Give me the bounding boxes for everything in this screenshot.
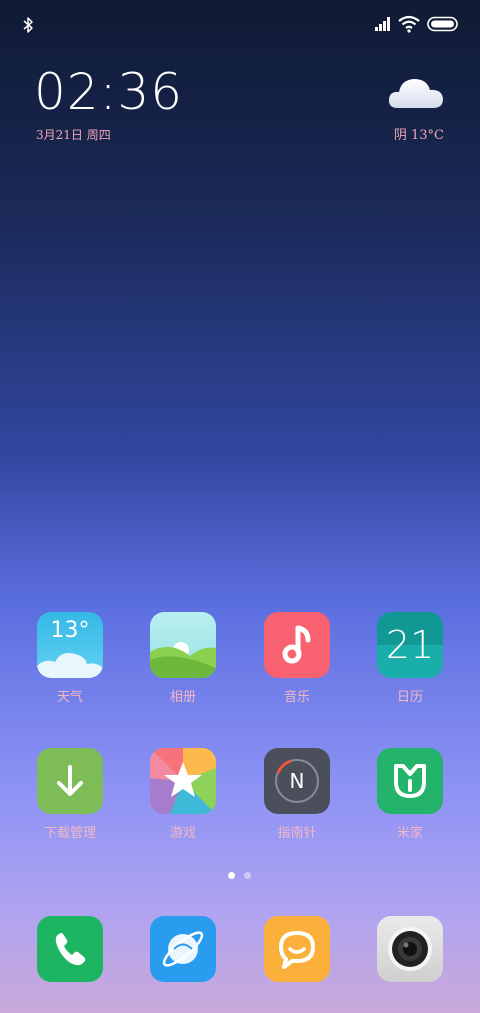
cloud-icon[interactable] <box>386 70 446 112</box>
app-label: 指南针 <box>277 826 317 841</box>
phone-icon[interactable] <box>37 916 103 982</box>
calendar-day-text: 21 <box>385 623 435 667</box>
page-indicator[interactable] <box>0 872 480 880</box>
messages-icon[interactable] <box>264 916 330 982</box>
status-bar <box>0 0 480 50</box>
app-mijia[interactable]: 米家 <box>355 748 465 841</box>
app-label: 米家 <box>396 826 423 841</box>
camera-icon[interactable] <box>377 916 443 982</box>
weather-icon: 13° <box>37 612 103 678</box>
music-note-icon <box>264 612 330 678</box>
app-label: 下载管理 <box>43 826 96 841</box>
app-calendar[interactable]: 21 日历 <box>355 612 465 705</box>
compass-north-text: N <box>289 769 305 793</box>
gallery-icon <box>150 612 216 678</box>
page-dot-active[interactable] <box>228 872 235 879</box>
page-dot[interactable] <box>244 872 251 879</box>
game-star-icon <box>150 748 216 814</box>
app-compass[interactable]: N 指南针 <box>242 748 352 841</box>
mijia-icon <box>377 748 443 814</box>
app-downloads[interactable]: 下载管理 <box>15 748 125 841</box>
battery-icon <box>427 16 458 32</box>
signal-icon <box>375 17 390 31</box>
wifi-icon <box>398 15 420 33</box>
app-games[interactable]: 游戏 <box>128 748 238 841</box>
app-music[interactable]: 音乐 <box>242 612 352 705</box>
app-label: 游戏 <box>169 826 196 841</box>
clock-date: 3月21日 周四 <box>36 128 111 142</box>
calendar-icon: 21 <box>377 612 443 678</box>
app-label: 天气 <box>56 690 83 705</box>
download-arrow-icon <box>37 748 103 814</box>
app-label: 日历 <box>396 690 423 705</box>
app-label: 音乐 <box>283 690 310 705</box>
bluetooth-icon <box>23 17 33 33</box>
app-weather[interactable]: 13° 天气 <box>15 612 125 705</box>
compass-icon: N <box>264 748 330 814</box>
clock-time[interactable]: 02:36 <box>34 62 183 122</box>
weather-summary: 阴 13°C <box>393 128 444 143</box>
app-label: 相册 <box>169 690 196 705</box>
app-gallery[interactable]: 相册 <box>128 612 238 705</box>
weather-temp-text: 13° <box>50 618 90 643</box>
browser-icon[interactable] <box>150 916 216 982</box>
